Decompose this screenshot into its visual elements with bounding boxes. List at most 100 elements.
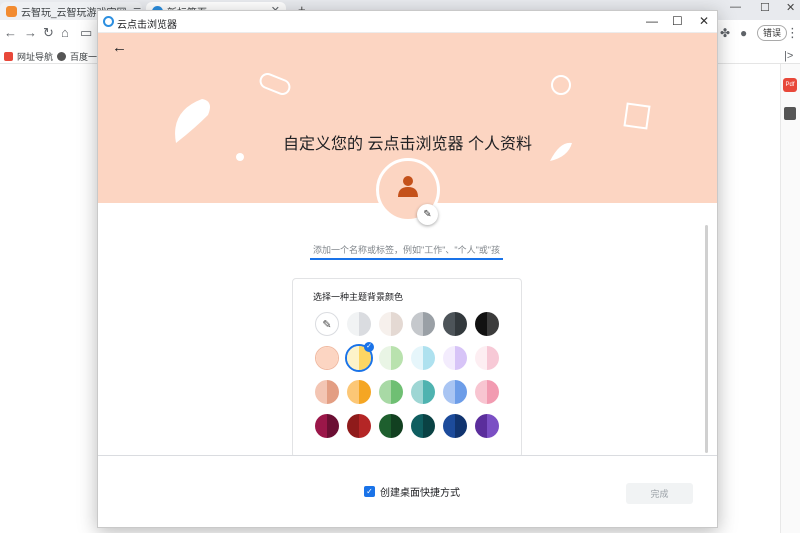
color-swatch[interactable]: [443, 414, 467, 438]
color-swatch[interactable]: [379, 414, 403, 438]
color-swatch[interactable]: [443, 346, 467, 370]
swatch-right-half: [423, 414, 435, 438]
cube-icon[interactable]: [784, 107, 796, 120]
color-swatch[interactable]: [475, 346, 499, 370]
swatch-right-half: [455, 346, 467, 370]
swatch-left-half: [379, 414, 391, 438]
maximize-icon[interactable]: ☐: [672, 14, 683, 28]
color-swatch[interactable]: [475, 312, 499, 336]
swatch-left-half: [411, 312, 423, 336]
edit-avatar-button[interactable]: ✎: [417, 204, 438, 225]
color-swatch[interactable]: [347, 380, 371, 404]
color-swatch[interactable]: [411, 380, 435, 404]
color-swatch[interactable]: [379, 380, 403, 404]
color-swatch[interactable]: [315, 380, 339, 404]
swatch-left-half: [475, 380, 487, 404]
color-swatch[interactable]: [315, 414, 339, 438]
color-swatch[interactable]: [443, 380, 467, 404]
dialog-titlebar: 云点击浏览器 — ☐ ✕: [98, 11, 717, 33]
color-swatch[interactable]: [475, 414, 499, 438]
color-swatch[interactable]: [411, 346, 435, 370]
color-swatch[interactable]: [443, 312, 467, 336]
dialog-footer: ✓ 创建桌面快捷方式 完成: [98, 455, 717, 528]
theme-color-panel: 选择一种主题背景颜色 ✎✓: [292, 278, 522, 458]
swatch-right-half: [391, 414, 403, 438]
swatch-right-half: [327, 414, 339, 438]
home-icon[interactable]: ⌂: [61, 26, 69, 40]
swatch-right-half: [391, 312, 403, 336]
profile-dialog: 云点击浏览器 — ☐ ✕ ← 自定义您的 云点击浏览器 个人资料 ✎ 选择一种主…: [97, 10, 718, 528]
swatch-left-half: [347, 312, 359, 336]
bookmark-favicon-icon: [57, 52, 66, 61]
done-button[interactable]: 完成: [626, 483, 693, 504]
swatch-right-half: [487, 414, 499, 438]
swatch-left-half: [443, 380, 455, 404]
minimize-icon[interactable]: —: [730, 1, 741, 13]
maximize-icon[interactable]: ☐: [760, 1, 770, 14]
pencil-icon: ✎: [423, 209, 431, 220]
theme-label: 选择一种主题背景颜色: [313, 290, 403, 303]
swatch-left-half: [443, 414, 455, 438]
color-swatch[interactable]: [475, 380, 499, 404]
color-swatch[interactable]: [411, 414, 435, 438]
back-icon[interactable]: ←: [4, 26, 17, 40]
swatch-left-half: [379, 312, 391, 336]
swatch-right-half: [487, 312, 499, 336]
swatch-left-half: [411, 414, 423, 438]
swatch-left-half: [347, 380, 359, 404]
pdf-icon[interactable]: Pdf: [783, 78, 797, 92]
page-title: 自定义您的 云点击浏览器 个人资料: [98, 130, 717, 154]
swatch-left-half: [379, 346, 391, 370]
swatch-right-half: [327, 380, 339, 404]
person-icon: [398, 175, 418, 197]
desktop-shortcut-checkbox[interactable]: ✓ 创建桌面快捷方式: [364, 484, 460, 499]
menu-icon[interactable]: ⋮: [786, 26, 799, 40]
swatch-right-half: [455, 414, 467, 438]
color-swatch[interactable]: [347, 312, 371, 336]
scrollbar[interactable]: [705, 225, 708, 453]
swatch-left-half: [475, 346, 487, 370]
swatch-right-half: [423, 380, 435, 404]
swatch-right-half: [455, 380, 467, 404]
profile-icon[interactable]: ●: [740, 26, 747, 40]
profile-name-input[interactable]: [310, 242, 503, 260]
site-favicon-icon: [6, 6, 17, 17]
swatch-left-half: [315, 380, 327, 404]
swatch-right-half: [359, 380, 371, 404]
swatch-left-half: [411, 346, 423, 370]
side-panel-strip: [780, 64, 800, 533]
color-swatch[interactable]: [347, 414, 371, 438]
close-icon[interactable]: ✕: [699, 14, 709, 28]
swatch-left-half: [315, 414, 327, 438]
swatch-left-half: [347, 346, 359, 370]
device-icon[interactable]: ▭: [80, 26, 92, 40]
color-swatch[interactable]: [379, 312, 403, 336]
close-window-icon[interactable]: ✕: [786, 1, 795, 14]
color-swatch[interactable]: [411, 312, 435, 336]
swatch-right-half: [391, 380, 403, 404]
swatch-left-half: [443, 312, 455, 336]
swatch-right-half: [423, 312, 435, 336]
error-translate-button[interactable]: 错误: [757, 25, 787, 41]
custom-color-button[interactable]: ✎: [315, 312, 339, 336]
sidebar-toggle-icon[interactable]: |>: [784, 49, 793, 63]
eyedropper-icon: ✎: [322, 318, 331, 331]
color-swatch[interactable]: [379, 346, 403, 370]
bookmark-item[interactable]: 网址导航: [4, 50, 53, 63]
browser-logo-icon: [103, 16, 114, 27]
extensions-icon[interactable]: ✤: [720, 26, 730, 40]
minimize-icon[interactable]: —: [646, 14, 658, 28]
checkbox-checked-icon[interactable]: ✓: [364, 486, 375, 497]
color-swatch[interactable]: [315, 346, 339, 370]
forward-icon[interactable]: →: [24, 26, 37, 40]
swatch-right-half: [391, 346, 403, 370]
swatch-right-half: [359, 414, 371, 438]
swatch-left-half: [379, 380, 391, 404]
swatch-left-half: [316, 347, 328, 370]
swatch-left-half: [411, 380, 423, 404]
swatch-right-half: [455, 312, 467, 336]
swatch-left-half: [347, 414, 359, 438]
swatch-right-half: [423, 346, 435, 370]
bookmark-favicon-icon: [4, 52, 13, 61]
reload-icon[interactable]: ↻: [43, 26, 54, 40]
